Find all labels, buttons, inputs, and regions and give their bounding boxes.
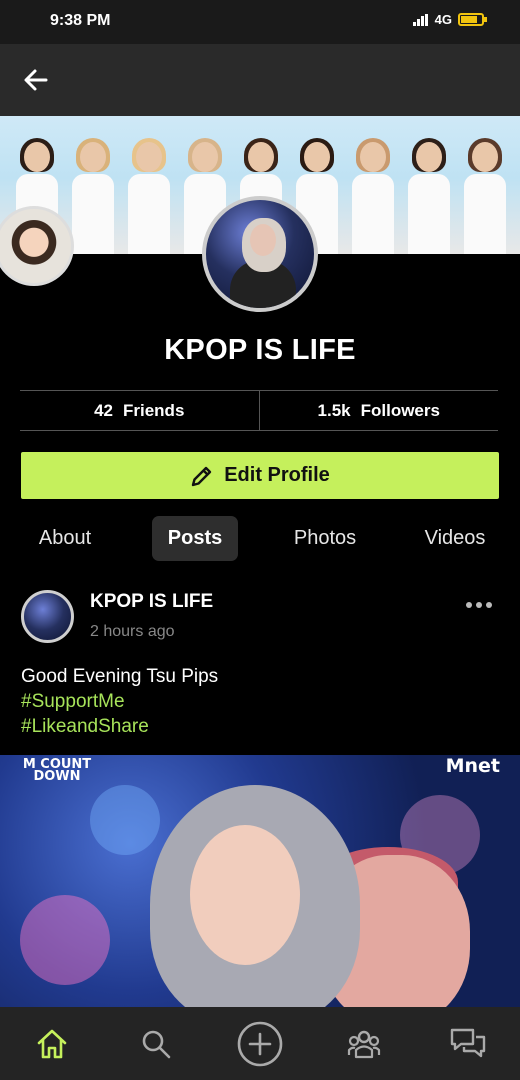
countdown-watermark: M COUNT DOWN: [22, 757, 92, 784]
profile-tabs: About Posts Photos Videos: [0, 516, 520, 562]
nav-create[interactable]: [208, 1007, 312, 1080]
cover-figure-part: [192, 142, 218, 172]
profile-avatar[interactable]: [202, 196, 318, 312]
nav-home[interactable]: [0, 1007, 104, 1080]
cover-figure-part: [408, 174, 450, 254]
secondary-avatar[interactable]: [0, 206, 74, 286]
search-icon: [142, 1030, 171, 1058]
network-type: 4G: [434, 12, 452, 27]
mnet-watermark: Mnet: [445, 755, 500, 777]
friends-stat[interactable]: 42 Friends: [20, 391, 259, 430]
followers-stat[interactable]: 1.5k Followers: [258, 391, 499, 430]
edit-profile-label: Edit Profile: [224, 464, 330, 486]
cover-figure: [406, 136, 452, 254]
tab-posts[interactable]: Posts: [152, 516, 238, 561]
cover-figure-part: [304, 142, 330, 172]
cover-figure: [126, 136, 172, 254]
post-author-name[interactable]: KPOP IS LIFE: [90, 591, 213, 613]
nav-search[interactable]: [104, 1007, 208, 1080]
status-bar: 9:38 PM 4G: [0, 0, 520, 44]
profile-name: KPOP IS LIFE: [164, 334, 356, 366]
image-bokeh: [20, 895, 110, 985]
tab-about[interactable]: About: [22, 516, 108, 561]
status-time: 9:38 PM: [50, 12, 111, 29]
pencil-icon: [192, 466, 212, 486]
nav-messages[interactable]: [416, 1007, 520, 1080]
friends-label: Friends: [123, 400, 185, 420]
hashtag-link[interactable]: #SupportMe: [21, 689, 218, 714]
tab-photos[interactable]: Photos: [280, 516, 370, 561]
followers-label: Followers: [360, 400, 440, 420]
cover-figure-part: [416, 142, 442, 172]
post-image[interactable]: M COUNT DOWN Mnet: [0, 755, 520, 1007]
image-figure: [190, 825, 300, 965]
cover-figure-part: [472, 142, 498, 172]
more-options-icon[interactable]: [466, 596, 500, 614]
nav-groups[interactable]: [312, 1007, 416, 1080]
battery-level: [461, 16, 477, 23]
cover-figure-part: [24, 142, 50, 172]
more-dot: [466, 602, 472, 608]
post-body: Good Evening Tsu Pips #SupportMe #Likean…: [21, 664, 218, 739]
profile-stats: 42 Friends 1.5k Followers: [20, 390, 498, 431]
edit-profile-button[interactable]: Edit Profile: [21, 452, 499, 499]
tab-videos[interactable]: Videos: [412, 516, 498, 561]
more-dot: [486, 602, 492, 608]
bottom-nav: [0, 1007, 520, 1080]
cover-figure-part: [80, 142, 106, 172]
post-author-avatar[interactable]: [21, 590, 74, 643]
post-timestamp: 2 hours ago: [90, 623, 175, 640]
cover-figure-part: [128, 174, 170, 254]
cover-figure-part: [72, 174, 114, 254]
app-bar: [0, 44, 520, 116]
cover-figure-part: [136, 142, 162, 172]
arrow-left-icon[interactable]: [22, 66, 50, 94]
cover-figure-part: [360, 142, 386, 172]
cover-figure: [462, 136, 508, 254]
image-bokeh: [90, 785, 160, 855]
cover-figure-part: [352, 174, 394, 254]
cover-figure: [70, 136, 116, 254]
battery-icon: [458, 13, 487, 26]
add-circle-icon: [237, 1021, 283, 1066]
cover-figure: [350, 136, 396, 254]
more-dot: [476, 602, 482, 608]
cover-figure-part: [464, 174, 506, 254]
cover-figure-part: [248, 142, 274, 172]
chat-icon: [450, 1028, 486, 1057]
post-text: Good Evening Tsu Pips: [21, 666, 219, 687]
friends-count: 42: [94, 400, 113, 420]
avatar-figure-face: [250, 224, 276, 256]
groups-icon: [347, 1030, 381, 1058]
followers-count: 1.5k: [317, 400, 351, 420]
status-indicators: 4G: [412, 12, 487, 27]
signal-icon: [412, 13, 428, 26]
home-icon: [37, 1029, 67, 1058]
hashtag-link[interactable]: #LikeandShare: [21, 714, 218, 739]
